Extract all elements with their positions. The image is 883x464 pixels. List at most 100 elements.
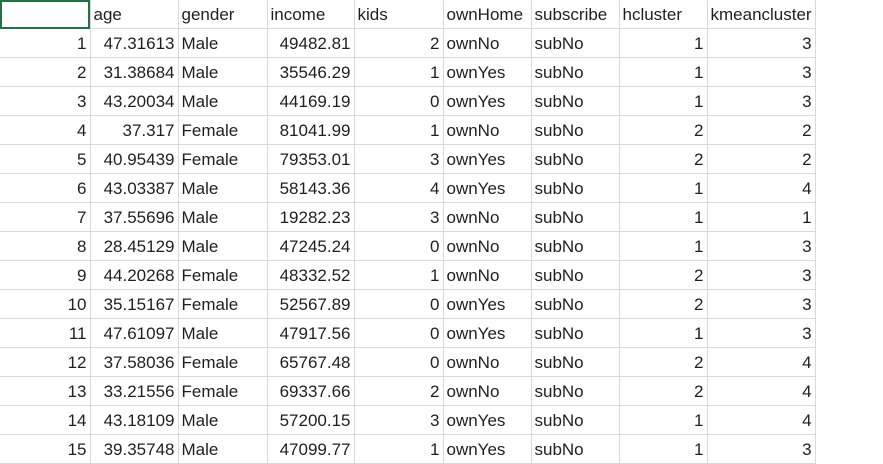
cell-kmeancluster[interactable]: 4 xyxy=(707,376,816,406)
cell-age[interactable]: 31.38684 xyxy=(90,57,179,87)
cell-age[interactable]: 35.15167 xyxy=(90,289,179,319)
cell-index[interactable]: 11 xyxy=(0,318,91,348)
cell-subscribe[interactable]: subNo xyxy=(531,86,620,116)
cell-index[interactable]: 9 xyxy=(0,260,91,290)
cell-subscribe[interactable]: subNo xyxy=(531,376,620,406)
cell-kids[interactable]: 2 xyxy=(354,28,444,58)
cell-age[interactable]: 39.35748 xyxy=(90,434,179,464)
cell-hcluster[interactable]: 2 xyxy=(619,144,708,174)
cell-kmeancluster[interactable]: 3 xyxy=(707,318,816,348)
cell-income[interactable]: 19282.23 xyxy=(267,202,355,232)
cell-ownhome[interactable]: ownYes xyxy=(443,173,532,203)
cell-hcluster[interactable]: 1 xyxy=(619,173,708,203)
cell-income[interactable]: 47099.77 xyxy=(267,434,355,464)
cell-header-ownhome[interactable]: ownHome xyxy=(443,0,532,29)
cell-kids[interactable]: 3 xyxy=(354,405,444,435)
cell-income[interactable]: 47917.56 xyxy=(267,318,355,348)
cell-hcluster[interactable]: 1 xyxy=(619,202,708,232)
cell-ownhome[interactable]: ownNo xyxy=(443,28,532,58)
cell-index[interactable]: 10 xyxy=(0,289,91,319)
cell-age[interactable]: 40.95439 xyxy=(90,144,179,174)
cell-subscribe[interactable]: subNo xyxy=(531,28,620,58)
cell-hcluster[interactable]: 1 xyxy=(619,231,708,261)
cell-kmeancluster[interactable]: 3 xyxy=(707,86,816,116)
cell-header-subscribe[interactable]: subscribe xyxy=(531,0,620,29)
cell-ownhome[interactable]: ownYes xyxy=(443,434,532,464)
cell-ownhome[interactable]: ownNo xyxy=(443,376,532,406)
cell-ownhome[interactable]: ownYes xyxy=(443,144,532,174)
cell-kmeancluster[interactable]: 3 xyxy=(707,57,816,87)
cell-subscribe[interactable]: subNo xyxy=(531,173,620,203)
cell-subscribe[interactable]: subNo xyxy=(531,57,620,87)
cell-age[interactable]: 43.03387 xyxy=(90,173,179,203)
cell-index[interactable]: 1 xyxy=(0,28,91,58)
cell-age[interactable]: 33.21556 xyxy=(90,376,179,406)
cell-kids[interactable]: 4 xyxy=(354,173,444,203)
cell-index[interactable]: 12 xyxy=(0,347,91,377)
cell-kids[interactable]: 0 xyxy=(354,347,444,377)
cell-kids[interactable]: 2 xyxy=(354,376,444,406)
cell-header-income[interactable]: income xyxy=(267,0,355,29)
cell-kids[interactable]: 3 xyxy=(354,144,444,174)
cell-gender[interactable]: Male xyxy=(178,405,268,435)
cell-ownhome[interactable]: ownYes xyxy=(443,289,532,319)
cell-income[interactable]: 47245.24 xyxy=(267,231,355,261)
cell-ownhome[interactable]: ownYes xyxy=(443,405,532,435)
cell-subscribe[interactable]: subNo xyxy=(531,144,620,174)
cell-kids[interactable]: 0 xyxy=(354,231,444,261)
cell-kids[interactable]: 1 xyxy=(354,115,444,145)
cell-hcluster[interactable]: 2 xyxy=(619,289,708,319)
cell-subscribe[interactable]: subNo xyxy=(531,231,620,261)
cell-subscribe[interactable]: subNo xyxy=(531,434,620,464)
cell-index[interactable]: 7 xyxy=(0,202,91,232)
cell-kids[interactable]: 3 xyxy=(354,202,444,232)
cell-kids[interactable]: 1 xyxy=(354,434,444,464)
cell-hcluster[interactable]: 1 xyxy=(619,405,708,435)
cell-kmeancluster[interactable]: 3 xyxy=(707,260,816,290)
cell-header-index[interactable] xyxy=(0,0,91,29)
cell-hcluster[interactable]: 2 xyxy=(619,115,708,145)
cell-index[interactable]: 3 xyxy=(0,86,91,116)
cell-header-kids[interactable]: kids xyxy=(354,0,444,29)
cell-age[interactable]: 37.317 xyxy=(90,115,179,145)
cell-kids[interactable]: 0 xyxy=(354,86,444,116)
cell-income[interactable]: 49482.81 xyxy=(267,28,355,58)
cell-header-hcluster[interactable]: hcluster xyxy=(619,0,708,29)
cell-header-kmeancluster[interactable]: kmeancluster xyxy=(707,0,816,29)
cell-subscribe[interactable]: subNo xyxy=(531,260,620,290)
cell-income[interactable]: 44169.19 xyxy=(267,86,355,116)
cell-hcluster[interactable]: 1 xyxy=(619,57,708,87)
cell-index[interactable]: 8 xyxy=(0,231,91,261)
cell-hcluster[interactable]: 1 xyxy=(619,318,708,348)
cell-income[interactable]: 65767.48 xyxy=(267,347,355,377)
cell-index[interactable]: 2 xyxy=(0,57,91,87)
cell-ownhome[interactable]: ownNo xyxy=(443,231,532,261)
cell-income[interactable]: 57200.15 xyxy=(267,405,355,435)
cell-kids[interactable]: 0 xyxy=(354,289,444,319)
cell-income[interactable]: 58143.36 xyxy=(267,173,355,203)
cell-age[interactable]: 28.45129 xyxy=(90,231,179,261)
cell-ownhome[interactable]: ownYes xyxy=(443,318,532,348)
cell-gender[interactable]: Female xyxy=(178,289,268,319)
cell-kids[interactable]: 1 xyxy=(354,57,444,87)
cell-kmeancluster[interactable]: 3 xyxy=(707,434,816,464)
cell-gender[interactable]: Male xyxy=(178,434,268,464)
cell-subscribe[interactable]: subNo xyxy=(531,347,620,377)
cell-age[interactable]: 44.20268 xyxy=(90,260,179,290)
cell-age[interactable]: 43.18109 xyxy=(90,405,179,435)
cell-hcluster[interactable]: 1 xyxy=(619,434,708,464)
cell-index[interactable]: 15 xyxy=(0,434,91,464)
cell-header-gender[interactable]: gender xyxy=(178,0,268,29)
cell-hcluster[interactable]: 2 xyxy=(619,376,708,406)
cell-subscribe[interactable]: subNo xyxy=(531,115,620,145)
cell-subscribe[interactable]: subNo xyxy=(531,289,620,319)
cell-income[interactable]: 52567.89 xyxy=(267,289,355,319)
cell-income[interactable]: 69337.66 xyxy=(267,376,355,406)
cell-index[interactable]: 14 xyxy=(0,405,91,435)
cell-age[interactable]: 43.20034 xyxy=(90,86,179,116)
cell-kmeancluster[interactable]: 4 xyxy=(707,173,816,203)
cell-hcluster[interactable]: 2 xyxy=(619,260,708,290)
cell-kmeancluster[interactable]: 2 xyxy=(707,144,816,174)
cell-kmeancluster[interactable]: 3 xyxy=(707,231,816,261)
cell-index[interactable]: 6 xyxy=(0,173,91,203)
